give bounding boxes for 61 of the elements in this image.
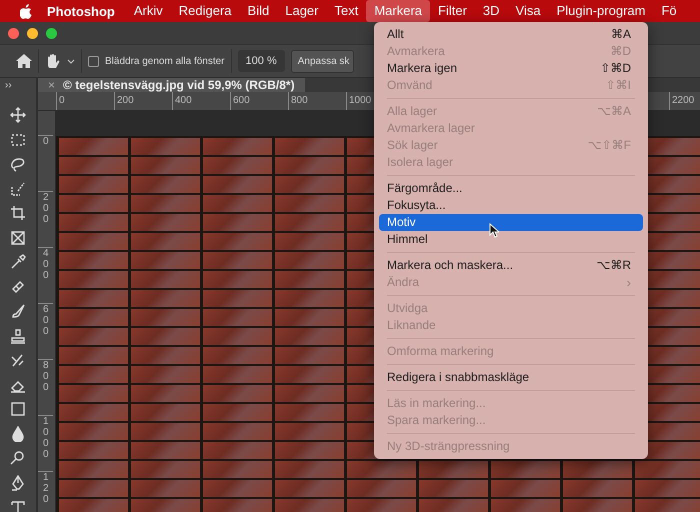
menu-item[interactable]: 3D xyxy=(474,0,508,22)
hand-icon[interactable] xyxy=(45,53,61,69)
ruler-label: 600 xyxy=(230,92,288,110)
zoom-window-icon[interactable] xyxy=(46,28,57,38)
home-icon[interactable] xyxy=(16,53,32,69)
stamp-icon[interactable] xyxy=(10,328,26,344)
pen-icon[interactable] xyxy=(10,474,26,490)
ruler-label: 400 xyxy=(38,247,53,303)
minimize-window-icon[interactable] xyxy=(27,28,38,38)
ruler-label: 0 xyxy=(56,92,114,110)
marquee-icon[interactable] xyxy=(10,132,26,148)
menu-item[interactable]: Lager xyxy=(277,0,326,22)
menu-item[interactable]: Visa xyxy=(508,0,549,22)
mouse-pointer-icon xyxy=(489,223,499,238)
close-window-icon[interactable] xyxy=(8,28,19,38)
magnifier-icon[interactable] xyxy=(10,450,26,466)
brush-icon[interactable] xyxy=(10,303,26,319)
frame-icon[interactable] xyxy=(10,230,26,246)
panel-toggle[interactable]: ›› xyxy=(0,78,17,93)
menu-item[interactable]: Bild xyxy=(240,0,278,22)
menu-item[interactable]: Arkiv xyxy=(126,0,171,22)
document-title: © tegelstensvägg.jpg vid 59,9% (RGB/8*) xyxy=(63,78,295,92)
menu-item[interactable]: Fokusyta... xyxy=(379,197,643,214)
ruler-label: 400 xyxy=(172,92,230,110)
menu-item[interactable]: Färgområde... xyxy=(379,180,643,197)
brush-selection-icon[interactable] xyxy=(10,180,26,196)
app-menu[interactable]: Photoshop xyxy=(47,4,115,18)
menu-item[interactable]: Redigera i snabbmaskläge xyxy=(379,369,643,386)
menu-item[interactable]: Text xyxy=(326,0,366,22)
ruler-label: 120 xyxy=(38,471,53,512)
ruler-label: 2200 xyxy=(669,92,700,110)
ruler-label: 1000 xyxy=(38,415,53,471)
menu-item[interactable]: Redigera xyxy=(170,0,240,22)
drop-icon[interactable] xyxy=(10,426,26,442)
menu-item[interactable]: Fö xyxy=(653,0,685,22)
apple-logo-icon[interactable] xyxy=(20,4,33,18)
eyedropper-icon[interactable] xyxy=(10,254,26,270)
ruler-label: 200 xyxy=(38,191,53,247)
ruler-label: 600 xyxy=(38,303,53,359)
menu-item[interactable]: Motiv xyxy=(379,214,643,231)
ruler-label: 200 xyxy=(114,92,172,110)
lasso-icon[interactable] xyxy=(10,156,26,172)
menu-item[interactable]: Markera igen ⇧⌘D xyxy=(379,60,643,77)
text-tool-icon[interactable] xyxy=(10,499,26,512)
checkbox[interactable] xyxy=(88,56,99,66)
menu-item[interactable]: Markera xyxy=(366,0,430,22)
menu-item[interactable]: Plugin-program xyxy=(548,0,654,22)
menu-item[interactable]: Markera och maskera... ⌥⌘R xyxy=(379,257,643,274)
crop-icon[interactable] xyxy=(10,205,26,221)
checkbox-label: Bläddra genom alla fönster xyxy=(105,56,225,66)
menu-item[interactable]: Himmel xyxy=(379,231,643,248)
move-icon[interactable] xyxy=(10,107,26,123)
ruler-label: 800 xyxy=(38,359,53,415)
menu-item[interactable]: Filter xyxy=(430,0,475,22)
fit-screen-button[interactable]: Anpassa sk xyxy=(290,50,354,72)
chevron-down-icon[interactable] xyxy=(67,58,75,64)
bandage-icon[interactable] xyxy=(10,278,26,294)
zoom-field[interactable]: 100 % xyxy=(238,50,285,72)
ruler-label: 800 xyxy=(288,92,346,110)
document-tab[interactable]: × © tegelstensvägg.jpg vid 59,9% (RGB/8*) xyxy=(38,78,305,92)
ruler-label: 0 xyxy=(38,135,53,191)
